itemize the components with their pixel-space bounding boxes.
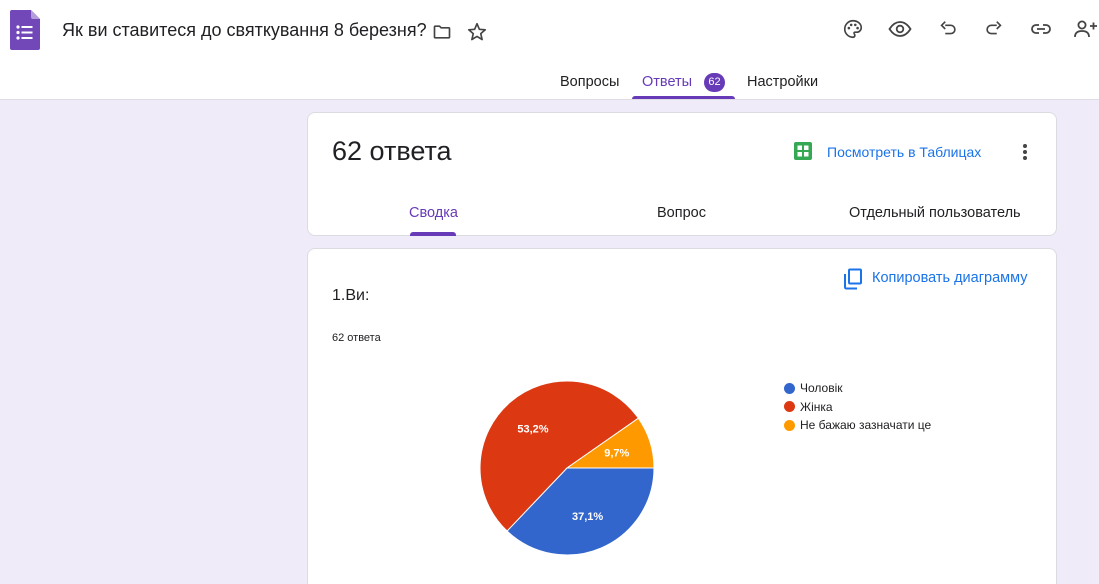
star-icon[interactable] — [466, 21, 488, 43]
responses-summary-card: 62 ответа Посмотреть в Таблицах Сводка В… — [307, 112, 1057, 236]
legend-label: Чоловік — [800, 381, 843, 396]
pie-label-1: 37,1% — [572, 511, 603, 523]
add-collaborator-icon[interactable] — [1073, 16, 1099, 42]
legend-label: Не бажаю зазначати це — [800, 418, 932, 433]
undo-icon[interactable] — [935, 16, 961, 42]
question-response-count: 62 ответа — [332, 332, 381, 344]
tab-summary[interactable]: Сводка — [409, 205, 458, 221]
forms-logo-icon[interactable] — [10, 10, 40, 50]
form-title[interactable]: Як ви ставитеся до святкування 8 березня… — [62, 20, 427, 41]
active-tab-indicator — [632, 96, 735, 99]
preview-eye-icon[interactable] — [887, 16, 913, 42]
responses-count-title: 62 ответа — [332, 136, 452, 166]
legend-dot — [784, 401, 795, 413]
copy-chart-button[interactable]: Копировать диаграмму — [872, 270, 1028, 286]
legend-item[interactable]: Жінка — [784, 398, 931, 417]
copy-icon[interactable] — [843, 268, 863, 290]
legend-dot — [784, 382, 795, 394]
chart-legend: Чоловік Жінка Не бажаю зазначати це — [784, 379, 931, 435]
tab-questions[interactable]: Вопросы — [560, 74, 619, 90]
pie-label-3: 9,7% — [604, 447, 629, 459]
more-vert-icon[interactable] — [1016, 140, 1034, 164]
palette-icon[interactable] — [840, 16, 866, 42]
pie-chart: 37,1% 53,2% 9,7% — [479, 380, 655, 556]
view-in-sheets-link[interactable]: Посмотреть в Таблицах — [827, 144, 981, 160]
question-title: 1.Ви: — [332, 287, 370, 304]
tab-individual[interactable]: Отдельный пользователь — [849, 205, 1021, 221]
folder-icon[interactable] — [431, 21, 453, 43]
top-bar: Як ви ставитеся до святкування 8 березня… — [0, 0, 1099, 100]
tab-responses[interactable]: Ответы — [642, 74, 692, 90]
question-chart-card: Копировать диаграмму 1.Ви: 62 ответа 37,… — [307, 248, 1057, 584]
link-icon[interactable] — [1028, 16, 1054, 42]
legend-label: Жінка — [800, 399, 833, 414]
pie-label-2: 53,2% — [517, 423, 548, 435]
redo-icon[interactable] — [981, 16, 1007, 42]
responses-count-badge: 62 — [704, 73, 725, 92]
active-subtab-indicator — [410, 232, 456, 236]
legend-item[interactable]: Чоловік — [784, 379, 931, 398]
tab-settings[interactable]: Настройки — [747, 74, 818, 90]
sheets-icon[interactable] — [794, 142, 812, 160]
legend-dot — [784, 419, 795, 431]
tab-question[interactable]: Вопрос — [657, 205, 706, 221]
legend-item[interactable]: Не бажаю зазначати це — [784, 416, 931, 435]
